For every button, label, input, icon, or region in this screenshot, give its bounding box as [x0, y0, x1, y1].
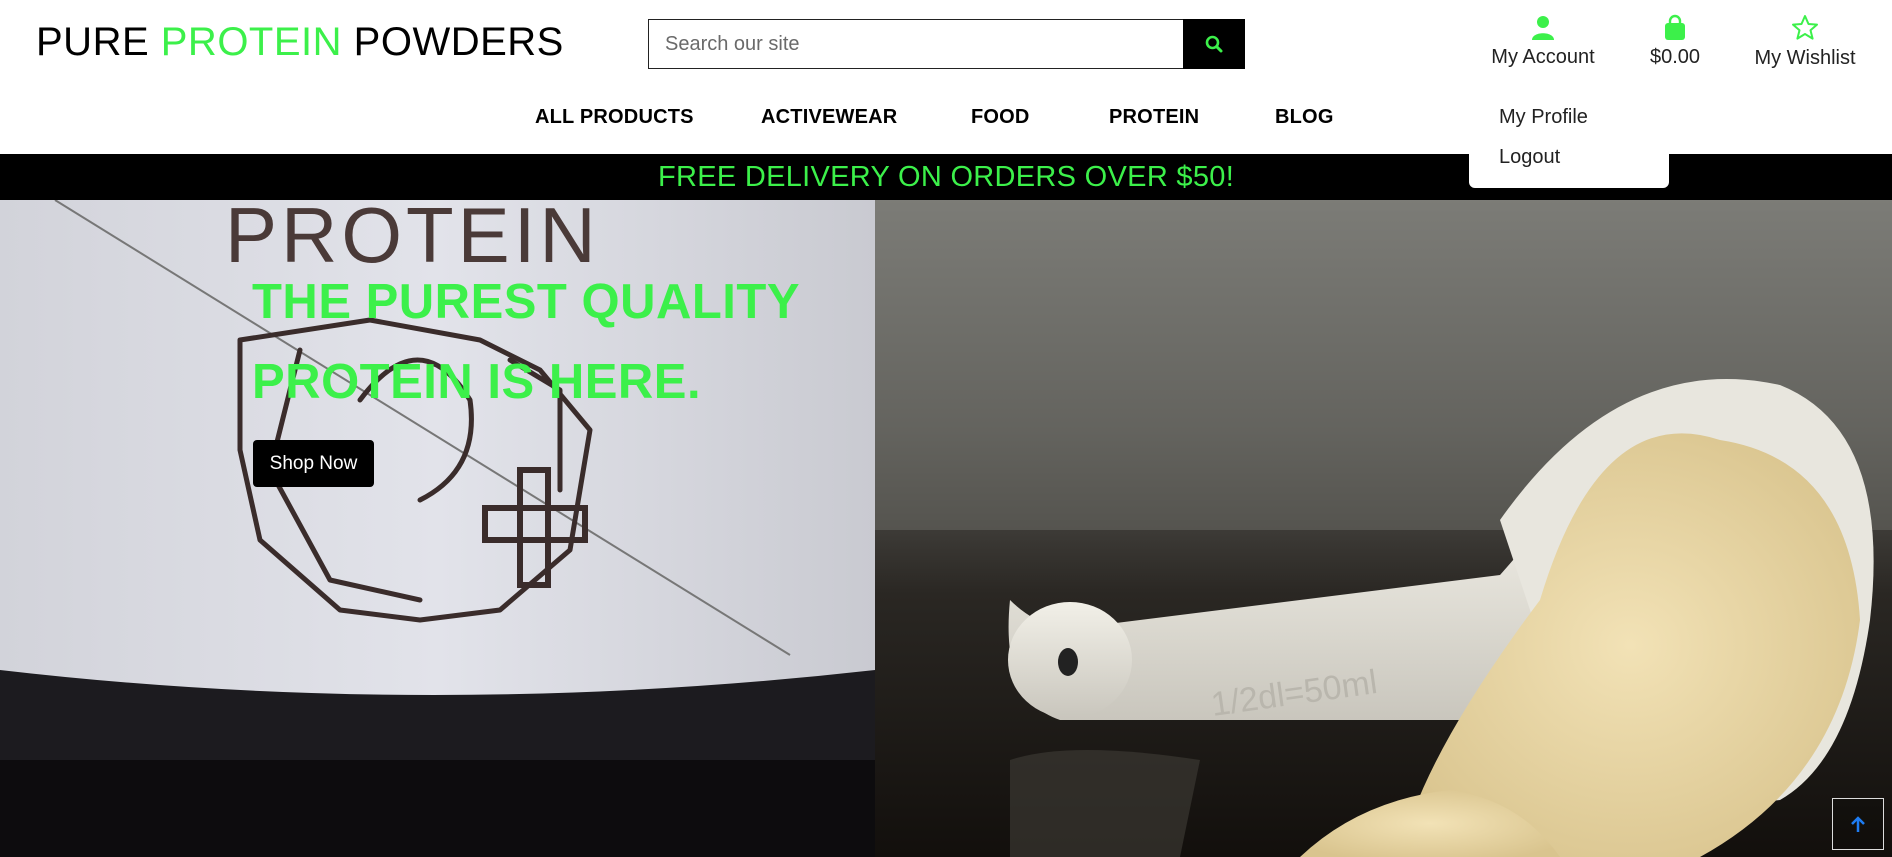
shop-now-button[interactable]: Shop Now	[253, 440, 374, 487]
account-dropdown-menu: My Profile Logout	[1469, 96, 1669, 188]
logo-text-powders: POWDERS	[342, 20, 564, 64]
shopping-bag-link[interactable]: $0.00	[1640, 14, 1710, 69]
search-icon	[1205, 35, 1223, 53]
back-to-top-button[interactable]	[1832, 798, 1884, 850]
nav-item-food[interactable]: FOOD	[971, 106, 1030, 129]
search-form	[648, 19, 1245, 69]
my-wishlist-label: My Wishlist	[1754, 47, 1856, 69]
logo-text-protein: PROTEIN	[160, 20, 343, 64]
free-delivery-text: FREE DELIVERY ON ORDERS OVER $50!	[657, 160, 1235, 193]
hero-title: THE PUREST QUALITY PROTEIN IS HERE.	[252, 275, 800, 409]
my-account-label: My Account	[1491, 46, 1595, 68]
logo-text-pure: PURE	[36, 20, 161, 64]
nav-item-all-products[interactable]: ALL PRODUCTS	[535, 106, 694, 129]
logout-link[interactable]: Logout	[1499, 146, 1560, 169]
hero-section: PROTEIN 1/2dl=50ml THE PUREST QUALITY PR…	[0, 200, 1892, 857]
search-button[interactable]	[1183, 19, 1245, 69]
bag-total: $0.00	[1649, 46, 1701, 68]
nav-item-blog[interactable]: BLOG	[1275, 106, 1334, 129]
user-icon	[1532, 16, 1554, 40]
arrow-up-icon	[1851, 816, 1865, 832]
shopping-bag-icon	[1665, 14, 1685, 40]
nav-item-activewear[interactable]: ACTIVEWEAR	[761, 106, 897, 129]
site-logo[interactable]: PURE PROTEIN POWDERS	[36, 20, 564, 65]
my-account-link[interactable]: My Account	[1488, 14, 1598, 69]
nav-item-protein[interactable]: PROTEIN	[1109, 106, 1199, 129]
search-input[interactable]	[648, 19, 1183, 69]
star-icon	[1792, 15, 1818, 40]
my-wishlist-link[interactable]: My Wishlist	[1750, 14, 1860, 70]
my-profile-link[interactable]: My Profile	[1499, 106, 1588, 129]
